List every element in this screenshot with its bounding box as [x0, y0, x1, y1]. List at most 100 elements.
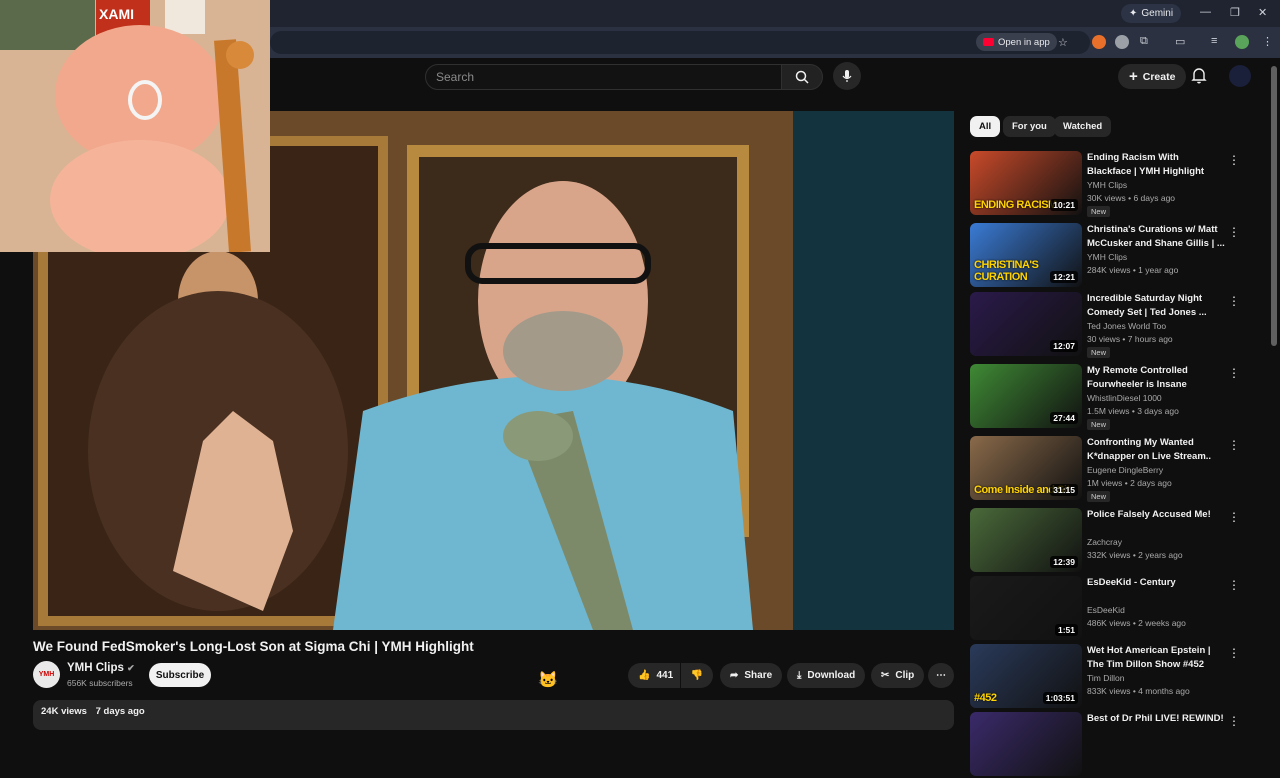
close-icon[interactable]: ✕	[1258, 6, 1267, 19]
search-input[interactable]: Search	[425, 64, 782, 90]
dislike-button[interactable]: 👎	[681, 663, 713, 688]
recommendation-thumbnail[interactable]: #452 1:03:51	[970, 644, 1082, 708]
duration-badge: 12:39	[1050, 556, 1078, 568]
youtube-icon	[983, 38, 994, 46]
subscriber-count: 656K subscribers	[67, 678, 133, 688]
recommendation-thumbnail[interactable]: 1:51	[970, 576, 1082, 640]
restore-icon[interactable]: ❐	[1230, 6, 1240, 19]
recommendation-thumbnail[interactable]: 12:39	[970, 508, 1082, 572]
recommendation-item[interactable]: Best of Dr Phil LIVE! REWIND! ⋮	[970, 712, 1260, 778]
recommendation-title[interactable]: Police Falsely Accused Me!	[1087, 508, 1225, 522]
voice-search-button[interactable]	[833, 62, 861, 90]
open-in-app-label: Open in app	[998, 36, 1050, 48]
recommendation-thumbnail[interactable]: 27:44	[970, 364, 1082, 428]
minimize-icon[interactable]: —	[1200, 6, 1211, 18]
create-button[interactable]: + Create	[1118, 64, 1187, 89]
pip-poster-text: XAMI	[99, 6, 134, 22]
download-icon: ⤓	[797, 670, 802, 681]
more-options-icon[interactable]: ⋮	[1228, 438, 1240, 452]
recommendation-channel[interactable]: YMH Clips	[1087, 180, 1127, 190]
recommendation-title[interactable]: Incredible Saturday Night Comedy Set | T…	[1087, 292, 1225, 319]
recommendation-channel[interactable]: YMH Clips	[1087, 252, 1127, 262]
recommendation-item[interactable]: ENDING RACISM 10:21 Ending Racism With Bla…	[970, 151, 1260, 217]
notifications-bell-icon[interactable]	[1191, 67, 1207, 84]
open-in-app-button[interactable]: Open in app	[976, 33, 1057, 51]
chip-watched[interactable]: Watched	[1054, 116, 1112, 137]
extension-shield-icon[interactable]	[1115, 35, 1129, 49]
more-options-icon[interactable]: ⋮	[1228, 646, 1240, 660]
channel-name[interactable]: YMH Clips ✔	[67, 662, 135, 674]
recommendation-title[interactable]: Wet Hot American Epstein | The Tim Dillo…	[1087, 644, 1225, 671]
gemini-button[interactable]: ✦ Gemini	[1121, 4, 1182, 23]
recommendation-thumbnail[interactable]	[970, 712, 1082, 776]
subscribe-button[interactable]: Subscribe	[149, 663, 211, 687]
recommendation-title[interactable]: My Remote Controlled Fourwheeler is Insa…	[1087, 364, 1225, 391]
duration-badge: 27:44	[1050, 412, 1078, 424]
recommendation-item[interactable]: 12:39 Police Falsely Accused Me! Zachcray 3…	[970, 508, 1260, 574]
recommendation-title[interactable]: Christina's Curations w/ Matt McCusker a…	[1087, 223, 1225, 250]
new-badge: New	[1087, 347, 1111, 358]
more-options-icon[interactable]: ⋮	[1228, 225, 1240, 239]
thumbnail-text: ENDING RACISM	[974, 199, 1057, 211]
recommendation-item[interactable]: CHRISTINA'S CURATION 12:21 Christina's Cur…	[970, 223, 1260, 289]
extension-orange-icon[interactable]	[1092, 35, 1106, 49]
duration-badge: 12:07	[1050, 340, 1078, 352]
scissors-icon: ✂	[881, 670, 890, 681]
profile-icon[interactable]	[1235, 35, 1249, 49]
recommendation-channel[interactable]: Tim Dillon	[1087, 673, 1124, 683]
recommendation-meta: 1.5M views • 3 days ago	[1087, 406, 1179, 416]
search-button[interactable]	[781, 64, 823, 90]
media-control-icon[interactable]: ≡	[1211, 35, 1217, 47]
recommendation-thumbnail[interactable]: 12:07	[970, 292, 1082, 356]
recommendation-thumbnail[interactable]: CHRISTINA'S CURATION 12:21	[970, 223, 1082, 287]
more-options-icon[interactable]: ⋮	[1228, 153, 1240, 167]
recommendation-channel[interactable]: Eugene DingleBerry	[1087, 465, 1163, 475]
more-options-icon[interactable]: ⋮	[1228, 578, 1240, 592]
thumbs-up-icon: 👍	[638, 670, 651, 681]
bookmark-star-icon[interactable]: ☆	[1058, 36, 1068, 49]
recommendation-meta: 30K views • 6 days ago	[1087, 193, 1176, 203]
pip-webcam-overlay[interactable]: XAMI	[0, 0, 270, 252]
channel-avatar[interactable]: YMH	[33, 661, 60, 688]
download-button[interactable]: ⤓ Download	[787, 663, 866, 688]
description-box[interactable]: 24K views 7 days ago	[33, 700, 954, 730]
recommendation-channel[interactable]: Zachcray	[1087, 537, 1122, 547]
extensions-puzzle-icon[interactable]: ⧉	[1140, 35, 1148, 48]
recommendation-channel[interactable]: EsDeeKid	[1087, 605, 1125, 615]
more-options-icon[interactable]: ⋮	[1228, 366, 1240, 380]
more-options-icon[interactable]: ⋮	[1228, 294, 1240, 308]
address-bar[interactable]	[270, 31, 1090, 54]
clip-label: Clip	[895, 670, 915, 681]
chip-for-you[interactable]: For you	[1003, 116, 1056, 137]
video-title: We Found FedSmoker's Long-Lost Son at Si…	[33, 639, 474, 654]
new-badge: New	[1087, 419, 1111, 430]
recommendation-meta: 486K views • 2 weeks ago	[1087, 618, 1186, 628]
like-button[interactable]: 👍 441	[628, 663, 680, 688]
recommendation-title[interactable]: Ending Racism With Blackface | YMH Highl…	[1087, 151, 1225, 178]
recommendation-channel[interactable]: Ted Jones World Too	[1087, 321, 1166, 331]
account-avatar[interactable]	[1229, 65, 1251, 87]
recommendation-thumbnail[interactable]: Come Inside and Sit 31:15	[970, 436, 1082, 500]
recommendation-item[interactable]: 27:44 My Remote Controlled Fourwheeler is…	[970, 364, 1260, 430]
cast-icon[interactable]: ▭	[1175, 35, 1185, 48]
recommendation-title[interactable]: Best of Dr Phil LIVE! REWIND!	[1087, 712, 1225, 726]
clip-button[interactable]: ✂ Clip	[871, 663, 925, 688]
recommendation-item[interactable]: #452 1:03:51 Wet Hot American Epstein | Th…	[970, 644, 1260, 710]
recommendation-item[interactable]: Come Inside and Sit 31:15 Confronting My W…	[970, 436, 1260, 502]
recommendation-channel[interactable]: WhistlinDiesel 1000	[1087, 393, 1162, 403]
more-actions-button[interactable]: ⋯	[928, 663, 954, 688]
recommendation-meta: 1M views • 2 days ago	[1087, 478, 1172, 488]
download-label: Download	[807, 670, 856, 681]
more-options-icon[interactable]: ⋮	[1228, 510, 1240, 524]
share-button[interactable]: ➦ Share	[720, 663, 783, 688]
recommendation-item[interactable]: 12:07 Incredible Saturday Night Comedy Se…	[970, 292, 1260, 358]
recommendation-title[interactable]: EsDeeKid - Century	[1087, 576, 1225, 590]
page-scrollbar[interactable]	[1271, 66, 1277, 346]
browser-menu-icon[interactable]: ⋮	[1262, 35, 1273, 48]
chip-all[interactable]: All	[970, 116, 1001, 137]
recommendation-thumbnail[interactable]: ENDING RACISM 10:21	[970, 151, 1082, 215]
recommendation-item[interactable]: 1:51 EsDeeKid - Century EsDeeKid 486K views…	[970, 576, 1260, 642]
recommendation-title[interactable]: Confronting My Wanted K*dnapper on Live …	[1087, 436, 1225, 463]
view-count: 24K views	[41, 706, 87, 717]
more-options-icon[interactable]: ⋮	[1228, 714, 1240, 728]
